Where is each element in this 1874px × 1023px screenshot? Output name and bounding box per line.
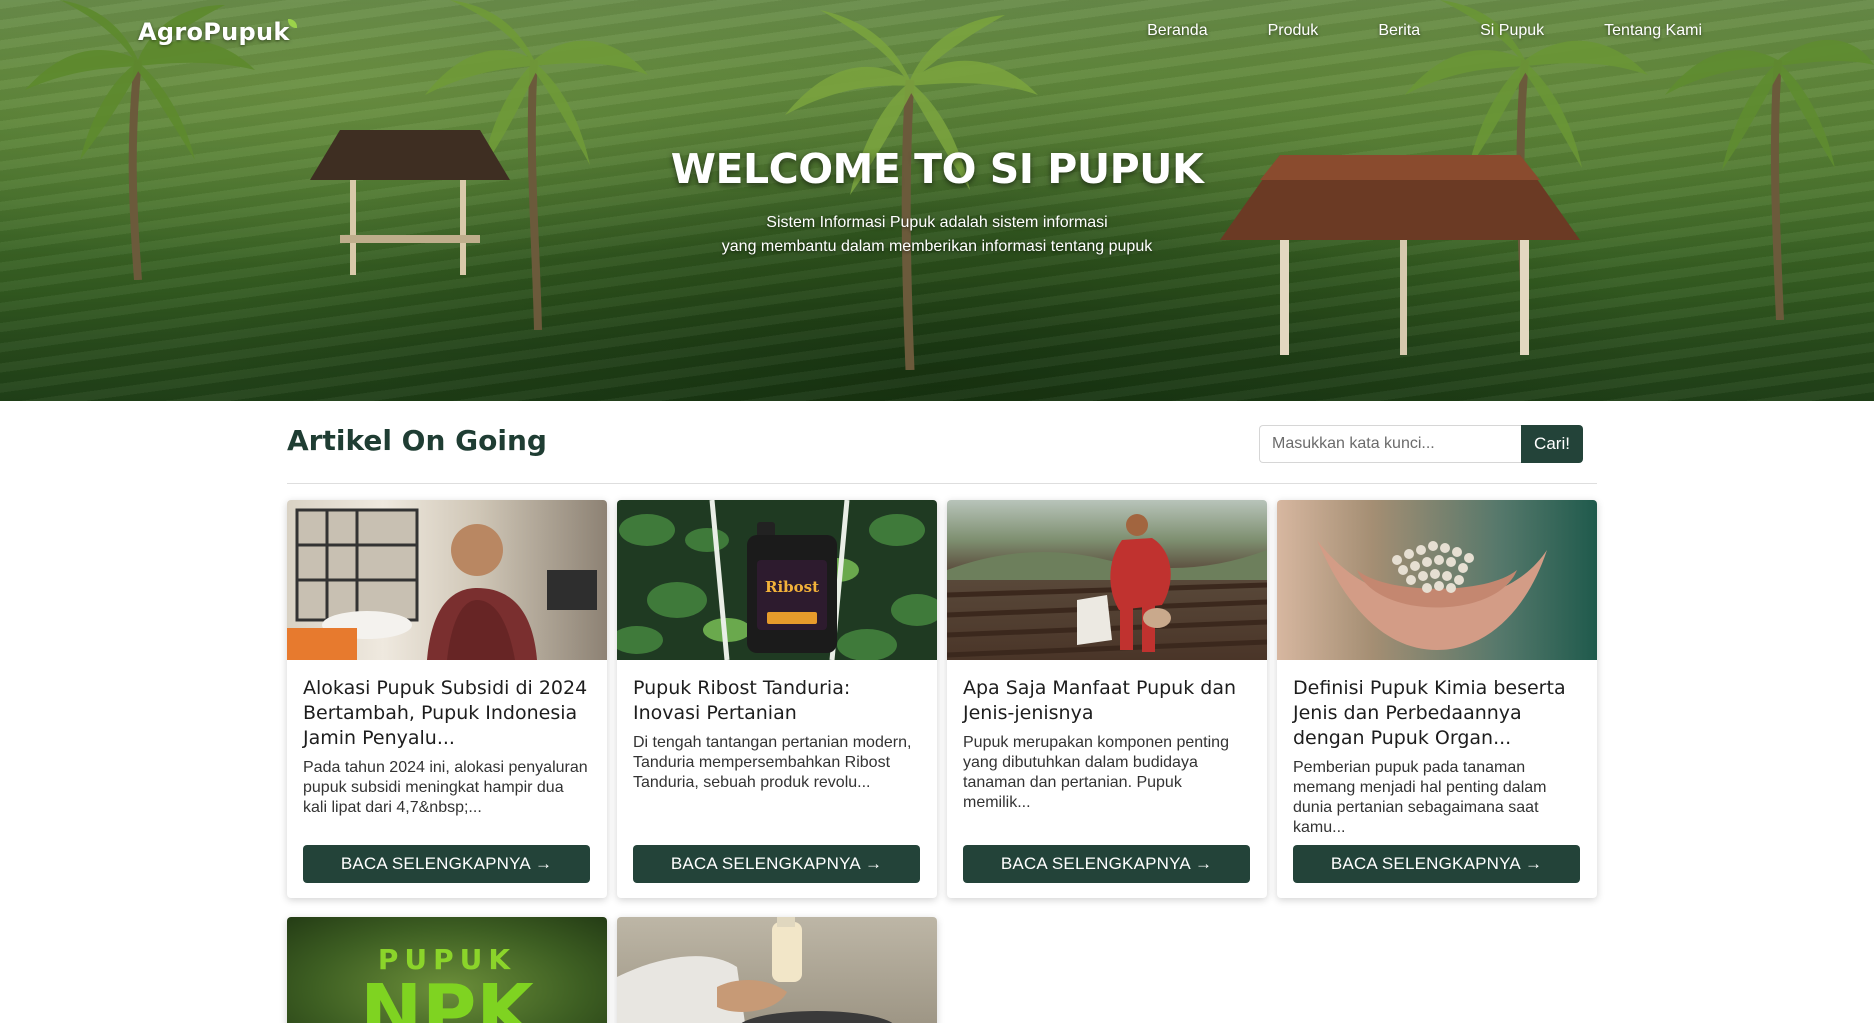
article-title[interactable]: Definisi Pupuk Kimia beserta Jenis dan P… xyxy=(1293,676,1581,751)
article-thumbnail[interactable] xyxy=(1277,500,1597,660)
product-illustration: Ribost xyxy=(617,500,937,660)
article-thumbnail[interactable] xyxy=(617,917,937,1023)
nav-item-tentang-kami[interactable]: Tentang Kami xyxy=(1604,22,1702,40)
article-excerpt: Pupuk merupakan komponen penting yang di… xyxy=(963,734,1229,811)
photo-illustration xyxy=(287,508,597,660)
search-bar: Cari! xyxy=(1259,425,1583,463)
brand-logo[interactable]: AgroPupuk xyxy=(138,18,299,46)
hero-text: WELCOME TO SI PUPUK Sistem Informasi Pup… xyxy=(0,145,1874,259)
article-excerpt: Di tengah tantangan pertanian modern, Ta… xyxy=(633,734,912,791)
nav-item-produk[interactable]: Produk xyxy=(1268,22,1319,40)
photo-illustration xyxy=(1317,540,1547,650)
hero-subtitle: Sistem Informasi Pupuk adalah sistem inf… xyxy=(721,214,1153,255)
article-card xyxy=(617,917,937,1023)
photo-illustration xyxy=(947,514,1267,658)
article-title[interactable]: Apa Saja Manfaat Pupuk dan Jenis-jenisny… xyxy=(963,676,1251,726)
section-title: Artikel On Going xyxy=(287,424,547,457)
nav-item-beranda[interactable]: Beranda xyxy=(1147,22,1208,40)
nav-item-si-pupuk[interactable]: Si Pupuk xyxy=(1480,22,1544,40)
read-more-button[interactable]: BACA SELENGKAPNYA → xyxy=(963,845,1250,883)
npk-label-main: NPK xyxy=(360,969,536,1023)
article-thumbnail[interactable]: PUPUK NPK xyxy=(287,917,607,1023)
article-card: Ribost Pupuk Ribost Tanduria: Inovasi Pe… xyxy=(617,500,937,898)
article-excerpt: Pemberian pupuk pada tanaman memang menj… xyxy=(1293,759,1547,836)
npk-illustration: PUPUK NPK xyxy=(360,943,536,1023)
hero-banner: AgroPupuk Beranda Produk Berita Si Pupuk… xyxy=(0,0,1874,401)
read-more-button[interactable]: BACA SELENGKAPNYA → xyxy=(1293,845,1580,883)
article-card: Alokasi Pupuk Subsidi di 2024 Bertambah,… xyxy=(287,500,607,898)
article-title[interactable]: Alokasi Pupuk Subsidi di 2024 Bertambah,… xyxy=(303,676,591,751)
read-more-button[interactable]: BACA SELENGKAPNYA → xyxy=(303,845,590,883)
article-excerpt: Pada tahun 2024 ini, alokasi penyaluran … xyxy=(303,759,588,816)
article-card: Definisi Pupuk Kimia beserta Jenis dan P… xyxy=(1277,500,1597,898)
article-card: PUPUK NPK xyxy=(287,917,607,1023)
main-nav: Beranda Produk Berita Si Pupuk Tentang K… xyxy=(1087,22,1702,40)
divider xyxy=(287,483,1597,484)
nav-item-berita[interactable]: Berita xyxy=(1378,22,1420,40)
article-thumbnail[interactable] xyxy=(947,500,1267,660)
article-thumbnail[interactable] xyxy=(287,500,607,660)
article-thumbnail[interactable]: Ribost xyxy=(617,500,937,660)
article-card: Apa Saja Manfaat Pupuk dan Jenis-jenisny… xyxy=(947,500,1267,898)
search-button[interactable]: Cari! xyxy=(1521,425,1583,463)
hero-title: WELCOME TO SI PUPUK xyxy=(670,145,1204,193)
product-label: Ribost xyxy=(765,578,819,596)
photo-illustration xyxy=(617,917,893,1023)
read-more-button[interactable]: BACA SELENGKAPNYA → xyxy=(633,845,920,883)
search-input[interactable] xyxy=(1259,425,1521,463)
article-title[interactable]: Pupuk Ribost Tanduria: Inovasi Pertanian xyxy=(633,676,921,726)
